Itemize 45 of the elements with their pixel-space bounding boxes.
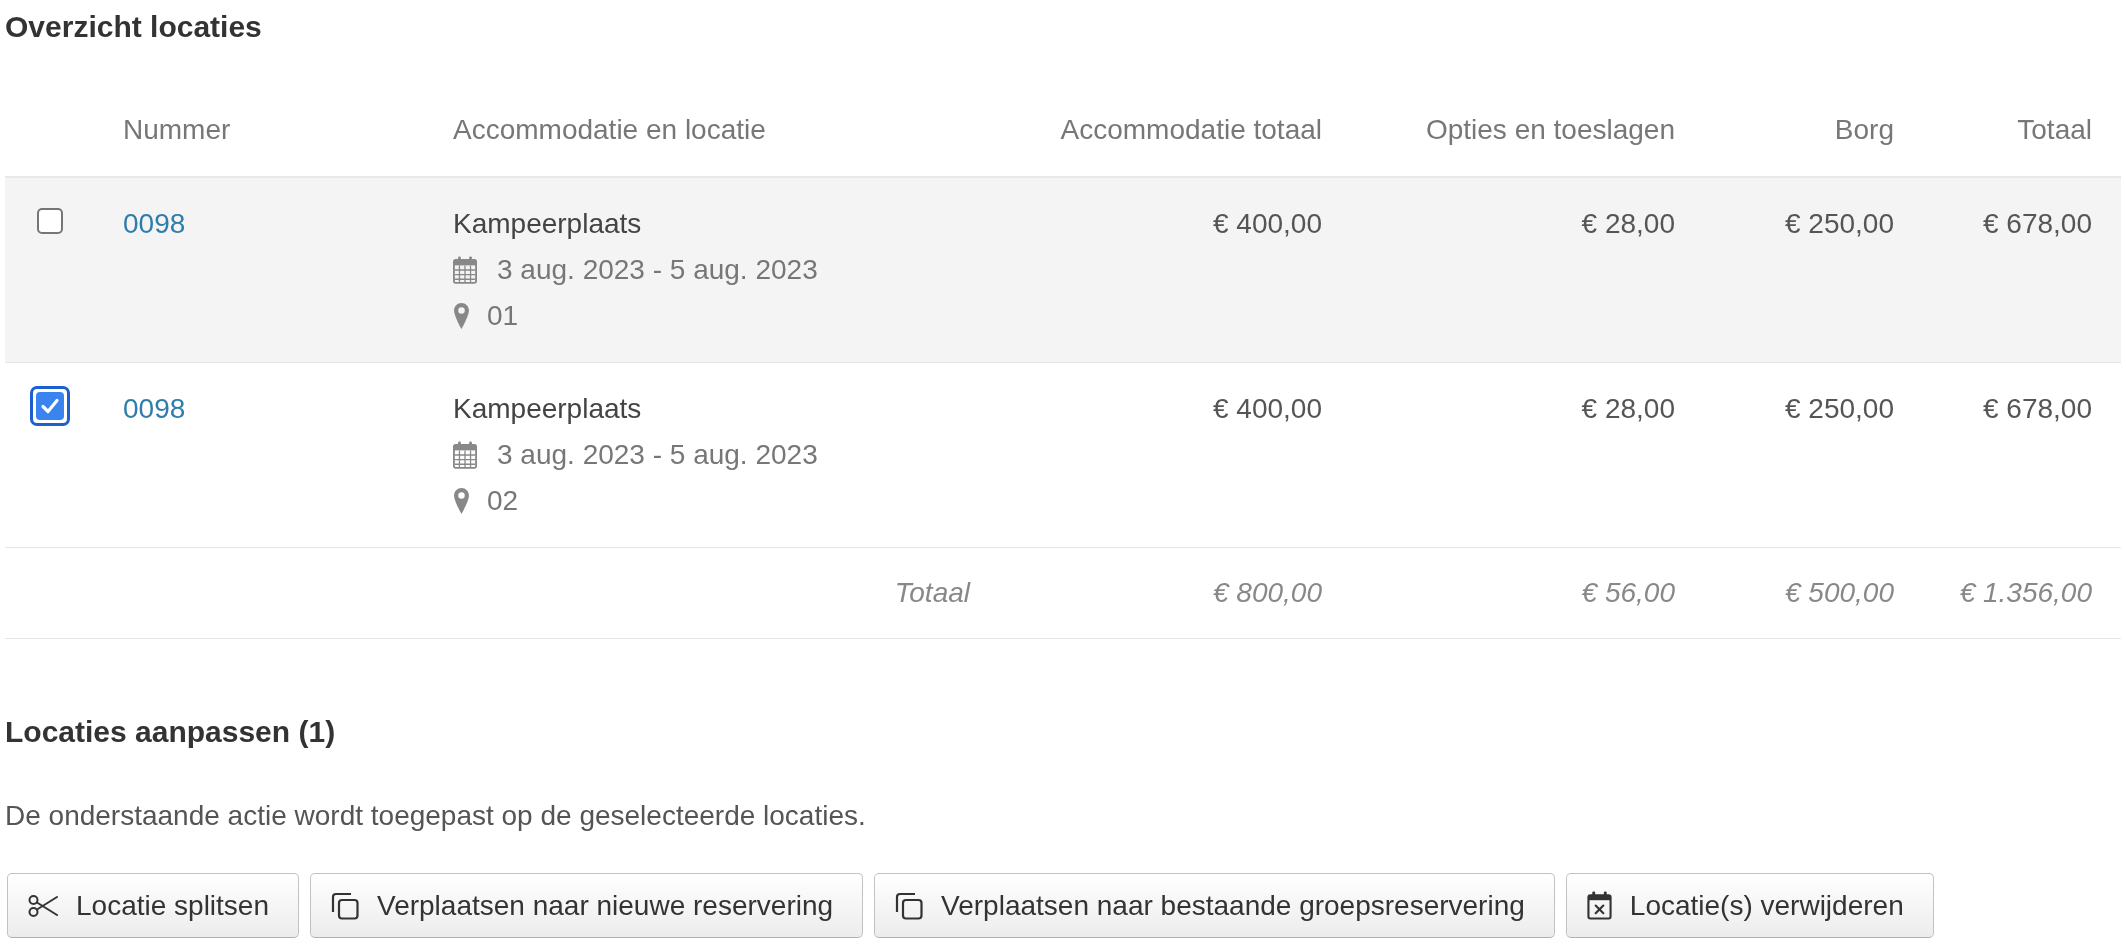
copy-icon [895, 891, 924, 920]
price-amount: € 678,00 [1983, 208, 2092, 239]
date-range: 3 aug. 2023 - 5 aug. 2023 [497, 438, 818, 472]
total-label: Totaal [894, 577, 970, 608]
delete-button[interactable]: Locatie(s) verwijderen [1565, 873, 1934, 938]
split-button[interactable]: Locatie splitsen [7, 873, 299, 938]
price-amount: € 400,00 [1213, 393, 1322, 424]
price-amount: € 28,00 [1581, 208, 1675, 239]
accommodation-name: Kampeerplaats [453, 393, 642, 424]
section-title: Locaties aanpassen (1) [5, 714, 337, 750]
price-amount: € 250,00 [1785, 208, 1894, 239]
calendar-x-icon [1586, 891, 1612, 920]
sum-amount: € 500,00 [1785, 577, 1894, 608]
date-range: 3 aug. 2023 - 5 aug. 2023 [497, 253, 818, 287]
move-button[interactable]: Verplaatsen naar nieuwe reservering [310, 873, 864, 938]
price-amount: € 678,00 [1983, 393, 2092, 424]
column-header: Nummer [123, 114, 231, 145]
location-number: 01 [487, 299, 519, 333]
column-header: Opties en toeslagen [1425, 114, 1675, 145]
reservation-number-link[interactable]: 0098 [123, 208, 186, 239]
checkbox[interactable] [37, 208, 63, 234]
sum-amount: € 1.356,00 [1959, 577, 2092, 608]
move-button[interactable]: Verplaatsen naar bestaande groepsreservering [874, 873, 1555, 938]
column-header: Accommodatie totaal [1060, 114, 1322, 145]
reservation-number-link[interactable]: 0098 [123, 393, 186, 424]
price-amount: € 28,00 [1581, 393, 1675, 424]
column-header: Accommodatie en locatie [453, 114, 766, 145]
checkmark-icon [36, 392, 64, 420]
location-number: 02 [487, 484, 519, 518]
sum-amount: € 56,00 [1581, 577, 1675, 608]
column-header: Totaal [2017, 114, 2092, 145]
price-amount: € 400,00 [1213, 208, 1322, 239]
calendar-icon [453, 441, 477, 469]
location-pin-icon [454, 303, 469, 329]
location-pin-icon [454, 488, 469, 514]
checkbox[interactable] [30, 386, 70, 426]
calendar-icon [453, 256, 477, 284]
scissors-icon [28, 893, 58, 918]
section-description: De onderstaande actie wordt toegepast op de geselecteerde locaties. [5, 799, 867, 833]
accommodation-name: Kampeerplaats [453, 208, 642, 239]
price-amount: € 250,00 [1785, 393, 1894, 424]
sum-amount: € 800,00 [1213, 577, 1322, 608]
copy-icon [331, 891, 359, 920]
column-header: Borg [1834, 114, 1894, 145]
page-title: Overzicht locaties [5, 9, 263, 45]
